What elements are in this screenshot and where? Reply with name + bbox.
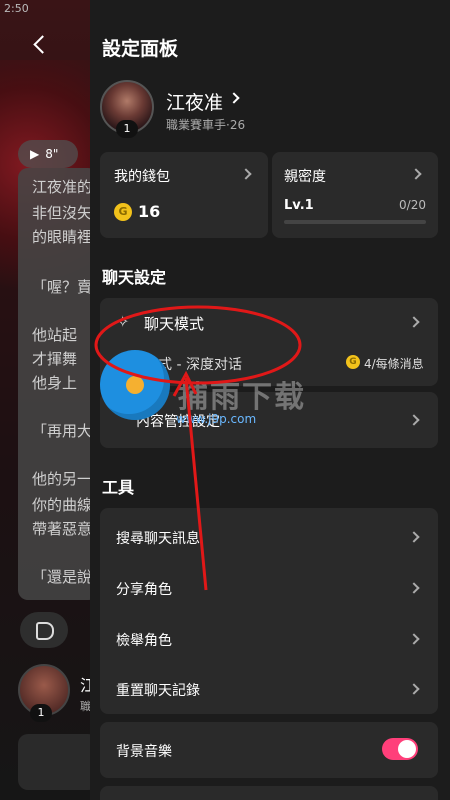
chevron-right-icon [408, 633, 420, 645]
play-icon: ▶ [30, 147, 40, 161]
tool-label: 分享角色 [116, 582, 172, 598]
watermark-dot [126, 376, 144, 394]
chat-mode-label: 聊天模式 [144, 315, 205, 333]
message-line: 非但沒矢 [32, 204, 93, 222]
audio-duration: 8" [45, 147, 59, 161]
watermark-logo-icon [100, 350, 170, 420]
panel-title: 設定面板 [102, 38, 179, 60]
bgm-label: 背景音樂 [116, 744, 172, 760]
tool-search-messages[interactable]: 搜尋聊天訊息 [100, 508, 438, 560]
tool-label: 重置聊天記錄 [116, 683, 200, 699]
profile-name: 江夜准 [166, 92, 224, 114]
wallet-card[interactable]: 我的錢包 G 16 [100, 152, 268, 238]
chevron-right-icon [408, 414, 420, 426]
status-time: 2:50 [4, 2, 29, 15]
chevron-right-icon [228, 92, 240, 104]
tool-label: 搜尋聊天訊息 [116, 531, 200, 547]
audio-play-button[interactable]: ▶ 8" [18, 140, 78, 168]
profile-subtitle: 職業賽車手·26 [166, 118, 246, 132]
avatar-badge: 1 [30, 704, 52, 722]
tools-heading: 工具 [102, 478, 135, 497]
message-line: 帶著惡意 [32, 520, 93, 538]
chat-mode-cost: 4/每條消息 [364, 357, 424, 371]
sparkle-icon: ✧ [116, 312, 130, 331]
chevron-right-icon [408, 316, 420, 328]
chat-settings-heading: 聊天設定 [102, 268, 167, 287]
watermark-text: 捕雨下载 [178, 380, 306, 415]
intimacy-progress-text: 0/20 [399, 198, 426, 212]
wallet-label: 我的錢包 [114, 169, 170, 185]
intimacy-level: Lv.1 [284, 198, 314, 213]
tool-reset-chat[interactable]: 重置聊天記錄 [100, 660, 438, 714]
toggle-knob [398, 740, 416, 758]
chevron-right-icon [410, 168, 422, 180]
message-line: 江夜准的 [32, 178, 93, 196]
message-line: 他的另一 [32, 470, 93, 488]
message-input[interactable] [18, 734, 98, 790]
message-line: 他身上 [32, 374, 78, 392]
message-line: 他站起 [32, 326, 78, 344]
watermark-url: www.j9p.com [176, 412, 257, 426]
message-line: 你的曲線 [32, 496, 93, 514]
profile-row[interactable]: 1 江夜准 職業賽車手·26 [100, 80, 440, 140]
tool-label: 檢舉角色 [116, 633, 172, 649]
coin-icon: G [114, 203, 132, 221]
tool-report-character[interactable]: 檢舉角色 [100, 610, 438, 660]
chevron-right-icon [408, 531, 420, 543]
message-line: 「喔？賣 [32, 278, 93, 296]
bgm-row: 背景音樂 [100, 722, 438, 778]
avatar-badge: 1 [116, 120, 138, 138]
message-line: 的眼睛裡 [32, 228, 93, 246]
tools-card: 搜尋聊天訊息 分享角色 檢舉角色 重置聊天記錄 [100, 508, 438, 714]
coin-icon: G [346, 355, 360, 369]
chevron-right-icon [240, 168, 252, 180]
chevron-right-icon [408, 683, 420, 695]
message-line: 才揮舞 [32, 350, 78, 368]
message-line: 「還是說 [32, 568, 93, 586]
intimacy-label: 親密度 [284, 169, 326, 185]
message-line: 「再用大 [32, 422, 93, 440]
replay-button[interactable] [20, 612, 68, 648]
next-row[interactable] [100, 786, 438, 800]
tool-share-character[interactable]: 分享角色 [100, 560, 438, 610]
intimacy-progress-bar [284, 220, 426, 224]
bgm-toggle[interactable] [382, 738, 418, 760]
chevron-right-icon [408, 582, 420, 594]
wallet-amount: 16 [138, 202, 161, 221]
intimacy-card[interactable]: 親密度 Lv.1 0/20 [272, 152, 438, 238]
back-icon[interactable] [30, 34, 52, 56]
